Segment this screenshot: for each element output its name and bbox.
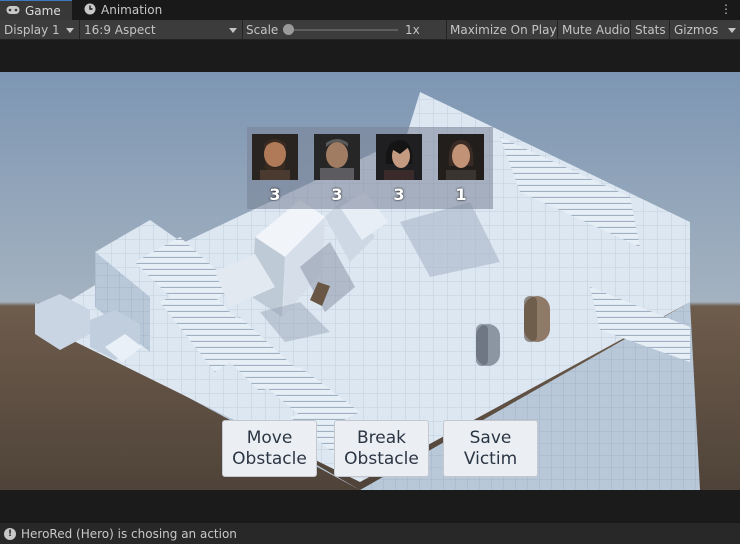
chevron-down-icon xyxy=(728,27,736,33)
tab-animation[interactable]: Animation xyxy=(78,0,188,20)
status-message: HeroRed (Hero) is chosing an action xyxy=(21,526,237,541)
hero-count: 1 xyxy=(455,185,467,204)
window-tab-bar: Game Animation ⋮ xyxy=(0,0,740,20)
maximize-on-play-toggle[interactable]: Maximize On Play xyxy=(450,20,557,40)
save-victim-button[interactable]: Save Victim xyxy=(443,420,538,477)
hero-portraits-panel: 3 3 3 1 xyxy=(247,127,493,209)
hero-count: 3 xyxy=(331,185,343,204)
move-obstacle-button[interactable]: Move Obstacle xyxy=(222,420,317,477)
info-icon: ! xyxy=(4,527,16,540)
scale-slider-track[interactable] xyxy=(289,29,398,31)
status-bar: ! HeroRed (Hero) is chosing an action xyxy=(0,522,740,544)
hero-face-icon xyxy=(376,134,422,180)
toolbar-divider xyxy=(669,20,670,40)
aspect-dropdown[interactable]: 16:9 Aspect xyxy=(84,20,237,40)
hero-face-icon xyxy=(314,134,360,180)
hero-portrait[interactable] xyxy=(314,134,360,180)
chevron-down-icon xyxy=(66,27,74,33)
hero-face-icon xyxy=(252,134,298,180)
stats-toggle[interactable]: Stats xyxy=(635,20,666,40)
hero-portrait[interactable] xyxy=(252,134,298,180)
hero-portrait[interactable] xyxy=(376,134,422,180)
break-obstacle-button[interactable]: Break Obstacle xyxy=(334,420,429,477)
tab-game-label: Game xyxy=(25,3,61,18)
tab-animation-label: Animation xyxy=(101,3,163,17)
toolbar-divider xyxy=(79,20,80,40)
toolbar-divider xyxy=(446,20,447,40)
more-options-icon[interactable]: ⋮ xyxy=(720,2,732,16)
toolbar-divider xyxy=(630,20,631,40)
scale-slider-handle[interactable] xyxy=(283,24,294,35)
chevron-down-icon xyxy=(229,27,237,33)
animation-clock-icon xyxy=(84,3,96,18)
toolbar-divider xyxy=(242,20,243,40)
aspect-dropdown-value: 16:9 Aspect xyxy=(84,23,156,37)
hero-count: 3 xyxy=(393,185,405,204)
game-viewport: 3 3 3 1 Move Obstacle Break Obstacle Sav… xyxy=(0,40,740,521)
gizmos-dropdown[interactable]: Gizmos xyxy=(674,20,736,40)
gamepad-icon xyxy=(6,4,20,18)
scale-value: 1x xyxy=(405,23,420,37)
tab-game[interactable]: Game xyxy=(0,0,72,20)
scale-label: Scale xyxy=(246,23,279,37)
mute-audio-toggle[interactable]: Mute Audio xyxy=(562,20,630,40)
gizmos-label: Gizmos xyxy=(674,23,719,37)
hero-face-icon xyxy=(438,134,484,180)
display-dropdown-value: Display 1 xyxy=(4,23,60,37)
display-dropdown[interactable]: Display 1 xyxy=(4,20,76,40)
toolbar-divider xyxy=(557,20,558,40)
hero-count: 3 xyxy=(269,185,281,204)
hero-portrait[interactable] xyxy=(438,134,484,180)
